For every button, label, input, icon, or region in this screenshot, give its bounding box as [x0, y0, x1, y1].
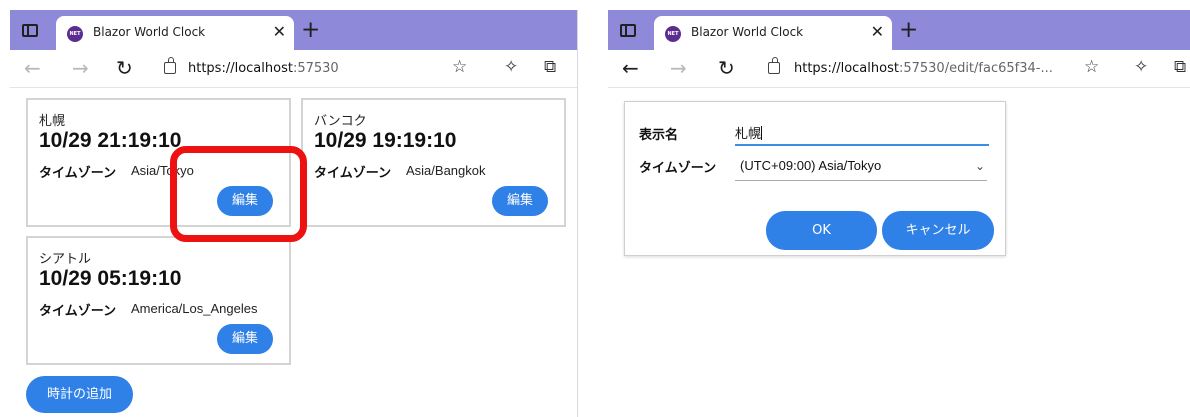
- close-icon[interactable]: ✕: [871, 22, 884, 41]
- display-name-label: 表示名: [639, 128, 679, 143]
- extensions-icon[interactable]: ✧: [1134, 57, 1148, 77]
- timezone-label: タイムゾーン: [39, 166, 117, 181]
- text-caret: [761, 126, 763, 140]
- ok-button[interactable]: OK: [766, 211, 877, 250]
- chevron-down-icon: ⌄: [974, 159, 985, 173]
- clock-city: 札幌: [39, 114, 66, 129]
- timezone-label: タイムゾーン: [314, 166, 392, 181]
- browser-tab[interactable]: NET Blazor World Clock ✕: [654, 16, 892, 50]
- collections-icon[interactable]: ⧉: [544, 57, 556, 77]
- clock-city: バンコク: [314, 114, 367, 129]
- url-path: :57530/edit/fac65f34-...: [898, 61, 1053, 76]
- address-toolbar: ← → ↻ https://localhost:57530/edit/fac65…: [608, 50, 1190, 88]
- address-toolbar: ← → ↻ https://localhost:57530 ☆ ✧ ⧉: [10, 50, 577, 88]
- favorites-icon[interactable]: ☆: [1084, 57, 1099, 77]
- display-name-value: 札幌: [735, 127, 762, 142]
- address-bar[interactable]: https://localhost:57530/edit/fac65f34-..…: [794, 61, 1053, 76]
- url-path: :57530: [292, 61, 339, 76]
- clock-time: 10/29 19:19:10: [314, 129, 457, 152]
- close-icon[interactable]: ✕: [273, 22, 286, 41]
- highlight-annotation: [170, 146, 307, 242]
- timezone-value: America/Los_Angeles: [131, 301, 258, 316]
- favorites-icon[interactable]: ☆: [452, 57, 467, 77]
- lock-icon[interactable]: [768, 57, 780, 74]
- lock-icon[interactable]: [164, 57, 176, 74]
- add-clock-button[interactable]: 時計の追加: [26, 376, 133, 413]
- edit-button[interactable]: 編集: [217, 324, 273, 354]
- collections-icon[interactable]: ⧉: [1174, 57, 1186, 77]
- dotnet-favicon-icon: NET: [665, 26, 681, 42]
- timezone-select-label: タイムゾーン: [639, 161, 717, 176]
- tab-bar: NET Blazor World Clock ✕ +: [608, 10, 1190, 50]
- clock-city: シアトル: [39, 252, 92, 267]
- tab-actions-icon[interactable]: [620, 24, 636, 37]
- clock-time: 10/29 05:19:10: [39, 267, 182, 290]
- cancel-button[interactable]: キャンセル: [882, 211, 994, 250]
- dotnet-favicon-icon: NET: [67, 26, 83, 42]
- browser-tab[interactable]: NET Blazor World Clock ✕: [56, 16, 294, 50]
- back-icon[interactable]: ←: [24, 56, 41, 80]
- timezone-value: Asia/Bangkok: [406, 163, 486, 178]
- timezone-select-value: (UTC+09:00) Asia/Tokyo: [740, 158, 882, 173]
- tab-title: Blazor World Clock: [691, 25, 804, 39]
- clock-time: 10/29 21:19:10: [39, 129, 182, 152]
- address-bar[interactable]: https://localhost:57530: [188, 61, 339, 76]
- edit-clock-form: 表示名 札幌 タイムゾーン (UTC+09:00) Asia/Tokyo ⌄ O…: [624, 101, 1006, 256]
- timezone-select[interactable]: (UTC+09:00) Asia/Tokyo ⌄: [735, 155, 987, 181]
- extensions-icon[interactable]: ✧: [504, 57, 518, 77]
- refresh-icon[interactable]: ↻: [116, 56, 133, 80]
- clock-card: バンコク 10/29 19:19:10 タイムゾーン Asia/Bangkok …: [301, 98, 566, 227]
- display-name-input[interactable]: 札幌: [735, 118, 989, 146]
- tab-bar: NET Blazor World Clock ✕ +: [10, 10, 577, 50]
- timezone-label: タイムゾーン: [39, 304, 117, 319]
- tab-actions-icon[interactable]: [22, 24, 38, 37]
- tab-title: Blazor World Clock: [93, 25, 206, 39]
- refresh-icon[interactable]: ↻: [718, 56, 735, 80]
- url-host: https://localhost: [188, 61, 293, 76]
- url-host: https://localhost: [794, 61, 899, 76]
- clock-card: シアトル 10/29 05:19:10 タイムゾーン America/Los_A…: [26, 236, 291, 365]
- new-tab-icon[interactable]: +: [899, 18, 918, 42]
- back-icon[interactable]: ←: [622, 56, 639, 80]
- forward-icon[interactable]: →: [670, 56, 687, 80]
- edit-button[interactable]: 編集: [492, 186, 548, 216]
- forward-icon[interactable]: →: [72, 56, 89, 80]
- new-tab-icon[interactable]: +: [301, 18, 320, 42]
